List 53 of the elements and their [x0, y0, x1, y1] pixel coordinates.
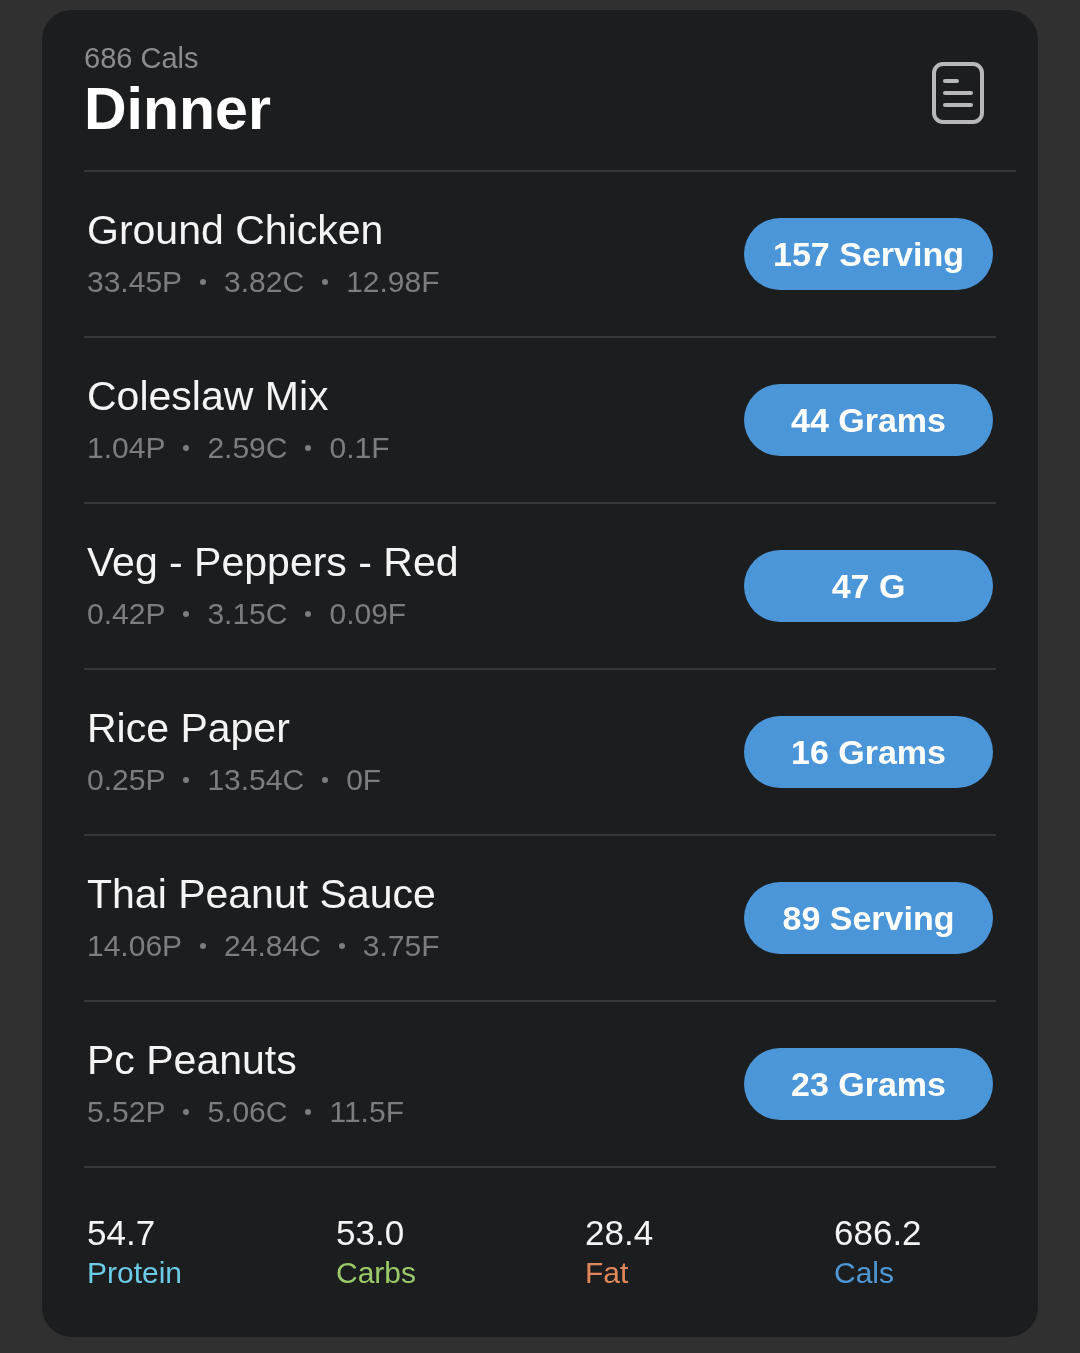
- food-name: Coleslaw Mix: [87, 372, 329, 420]
- macro-value: 3.82C: [224, 264, 305, 300]
- separator-dot-icon: [200, 279, 207, 285]
- food-name: Ground Chicken: [87, 206, 384, 254]
- macro-value: 33.45P: [87, 264, 183, 300]
- separator-dot-icon: [183, 777, 190, 783]
- serving-amount-button[interactable]: 47 G: [744, 550, 993, 622]
- macro-value: 3.15C: [207, 596, 288, 632]
- separator-dot-icon: [338, 943, 345, 949]
- separator-dot-icon: [305, 611, 312, 617]
- total-value: 686.2: [834, 1212, 922, 1254]
- macro-value: 13.54C: [207, 762, 305, 798]
- separator-dot-icon: [183, 1109, 190, 1115]
- calorie-subtitle: 686 Cals: [84, 41, 199, 76]
- macro-value: 0.09F: [329, 596, 407, 632]
- total-value: 28.4: [585, 1212, 654, 1254]
- total-label: Cals: [834, 1255, 894, 1291]
- separator-dot-icon: [183, 445, 190, 451]
- total-label: Protein: [87, 1255, 183, 1291]
- food-name: Pc Peanuts: [87, 1036, 297, 1084]
- macro-value: 5.06C: [207, 1094, 288, 1130]
- food-name: Rice Paper: [87, 704, 290, 752]
- food-name: Thai Peanut Sauce: [87, 870, 436, 918]
- separator-dot-icon: [305, 445, 312, 451]
- total-label: Carbs: [336, 1255, 417, 1291]
- macro-value: 3.75F: [362, 928, 440, 964]
- food-name: Veg - Peppers - Red: [87, 538, 459, 586]
- document-icon[interactable]: [932, 62, 984, 124]
- macro-value: 2.59C: [207, 430, 288, 466]
- meal-title: Dinner: [84, 76, 271, 142]
- macro-value: 1.04P: [87, 430, 166, 466]
- serving-amount-button[interactable]: 157 Serving: [744, 218, 993, 290]
- total-value: 54.7: [87, 1212, 156, 1254]
- macro-value: 0.25P: [87, 762, 166, 798]
- total-value: 53.0: [336, 1212, 405, 1254]
- macro-value: 0.1F: [329, 430, 390, 466]
- macro-value: 11.5F: [329, 1094, 404, 1130]
- macro-value: 12.98F: [346, 264, 440, 300]
- macro-value: 0.42P: [87, 596, 166, 632]
- separator-dot-icon: [322, 279, 329, 285]
- macro-value: 14.06P: [87, 928, 183, 964]
- separator-dot-icon: [322, 777, 329, 783]
- total-label: Fat: [585, 1255, 629, 1291]
- macro-value: 0F: [346, 762, 382, 798]
- macro-value: 24.84C: [224, 928, 321, 964]
- separator-dot-icon: [305, 1109, 312, 1115]
- serving-amount-button[interactable]: 89 Serving: [744, 882, 993, 954]
- serving-amount-button[interactable]: 23 Grams: [744, 1048, 993, 1120]
- serving-amount-button[interactable]: 44 Grams: [744, 384, 993, 456]
- macro-value: 5.52P: [87, 1094, 166, 1130]
- separator-dot-icon: [183, 611, 190, 617]
- separator-dot-icon: [200, 943, 207, 949]
- serving-amount-button[interactable]: 16 Grams: [744, 716, 993, 788]
